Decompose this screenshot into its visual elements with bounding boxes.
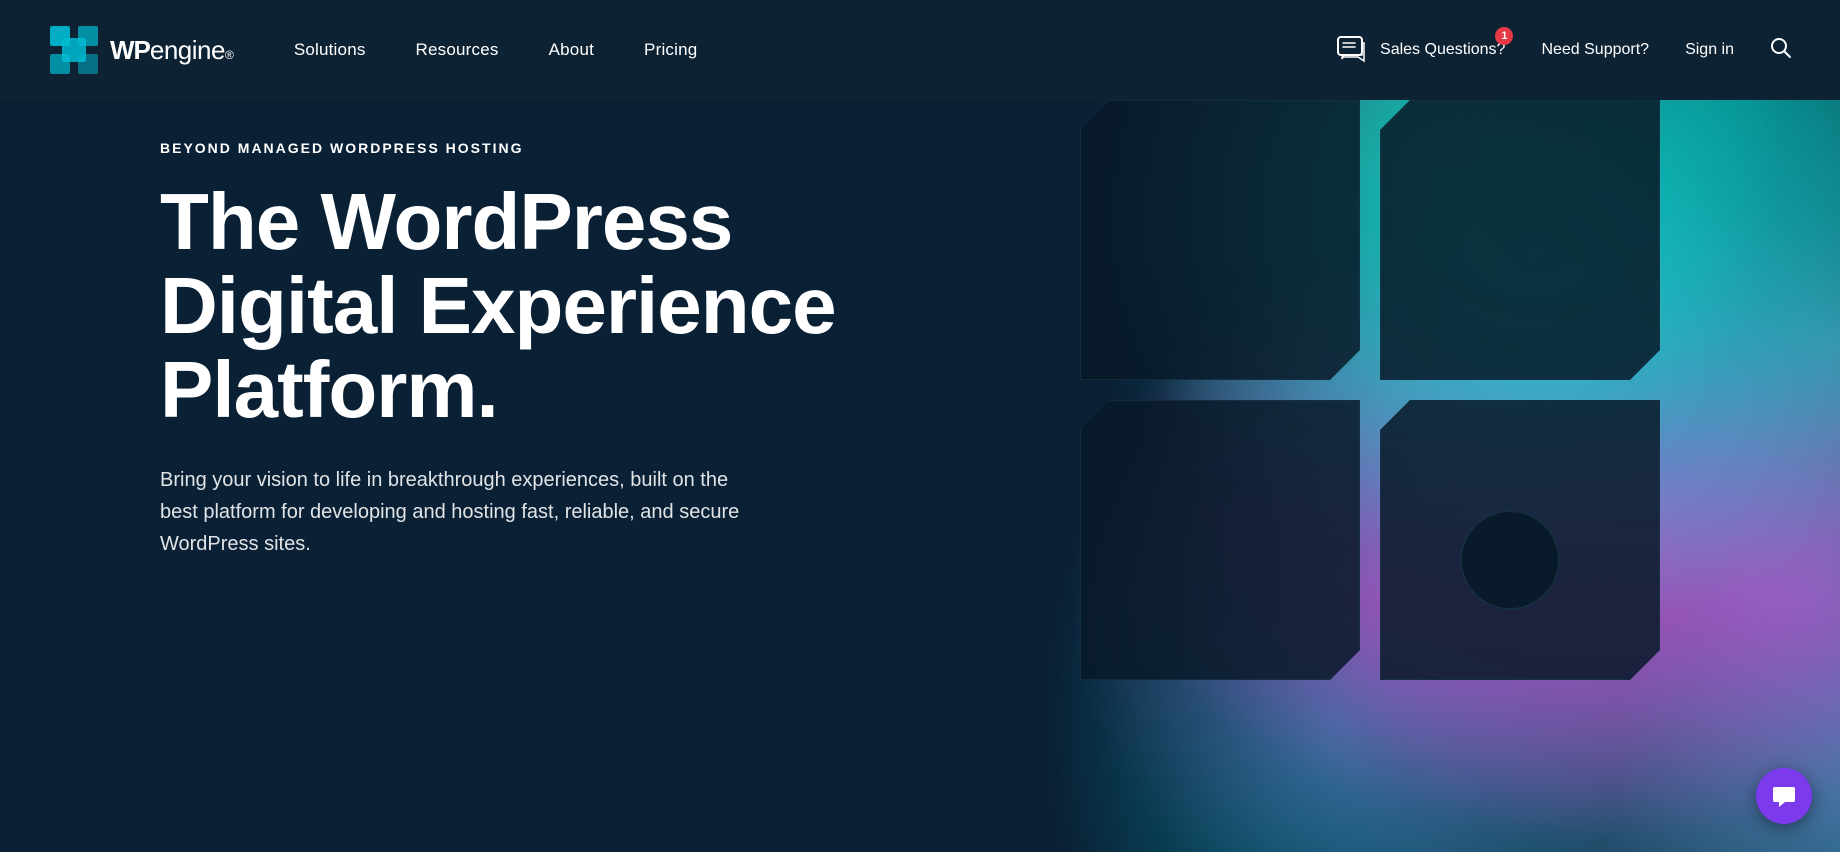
hero-eyebrow: BEYOND MANAGED WORDPRESS HOSTING — [160, 140, 900, 156]
need-support-link[interactable]: Need Support? — [1541, 41, 1649, 59]
nav-link-solutions[interactable]: Solutions — [294, 40, 366, 60]
geo-panel-4 — [1080, 400, 1360, 680]
circle-cutout — [1460, 510, 1560, 610]
sign-in-link[interactable]: Sign in — [1685, 41, 1734, 59]
sales-questions-wrap[interactable]: 1 Sales Questions? — [1336, 33, 1505, 67]
sales-chat-icon — [1336, 33, 1370, 67]
chat-bubble-icon — [1771, 783, 1797, 809]
hero-description: Bring your vision to life in breakthroug… — [160, 464, 760, 560]
nav-link-about[interactable]: About — [549, 40, 594, 60]
nav-links: Solutions Resources About Pricing — [294, 40, 1336, 60]
notification-badge: 1 — [1495, 27, 1513, 45]
chat-bubble-button[interactable] — [1756, 768, 1812, 824]
logo-icon — [48, 24, 100, 76]
logo-text: WPengine® — [110, 35, 234, 66]
hero-content: BEYOND MANAGED WORDPRESS HOSTING The Wor… — [160, 140, 900, 560]
nav-link-pricing[interactable]: Pricing — [644, 40, 697, 60]
logo-engine: engine — [150, 35, 225, 66]
nav-link-resources[interactable]: Resources — [416, 40, 499, 60]
logo[interactable]: WPengine® — [48, 24, 234, 76]
geo-panel-1 — [1380, 100, 1660, 380]
geo-panel-2 — [1080, 100, 1360, 380]
logo-reg: ® — [225, 48, 234, 62]
nav-right: 1 Sales Questions? Need Support? Sign in — [1336, 33, 1792, 67]
main-nav: WPengine® Solutions Resources About Pric… — [0, 0, 1840, 100]
sales-questions-label: Sales Questions? — [1380, 41, 1505, 59]
logo-wp: WP — [110, 35, 150, 66]
hero-title: The WordPress Digital Experience Platfor… — [160, 180, 900, 432]
search-icon[interactable] — [1770, 37, 1792, 64]
